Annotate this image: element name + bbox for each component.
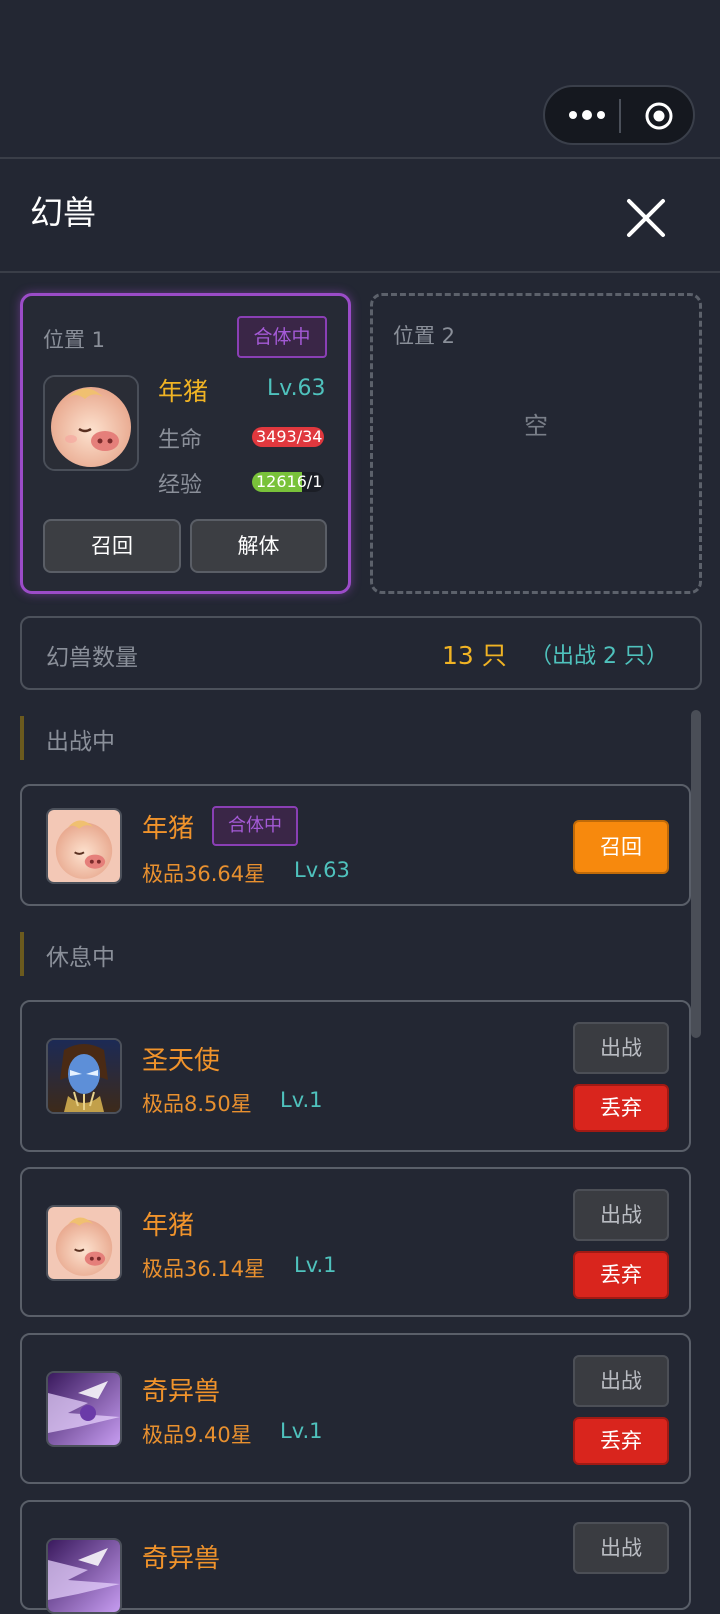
capsule-divider [619,99,621,133]
pig-icon [48,1207,120,1279]
resting-pet-card[interactable]: 年猪 极品36.14星 Lv.1 出战 丢弃 [20,1167,691,1317]
divider [0,157,720,159]
close-icon[interactable] [625,197,667,239]
more-options-icon[interactable] [567,101,607,129]
pet-count-value: 13 只 [442,641,507,670]
hp-value: 3493/34 [256,427,323,446]
pet-quality: 极品36.14星 [142,1257,266,1281]
hp-label: 生命 [158,428,203,453]
discard-button[interactable]: 丢弃 [573,1251,669,1299]
scrollbar[interactable] [691,710,701,1038]
mini-program-capsule [543,85,695,145]
pig-icon [45,377,137,469]
pet-level: Lv.1 [294,1253,337,1277]
section-title: 休息中 [46,945,115,971]
merge-status-badge: 合体中 [237,316,327,358]
pet-name: 年猪 [142,814,195,844]
section-active: 出战中 [20,716,144,760]
section-resting: 休息中 [20,932,144,976]
pet-count-bar: 幻兽数量 13 只 （出战 2 只） [20,616,702,690]
unmerge-button[interactable]: 解体 [190,519,327,573]
pet-name: 年猪 [142,1211,195,1241]
resting-pet-card[interactable]: 奇异兽 极品9.40星 Lv.1 出战 丢弃 [20,1333,691,1484]
pet-level: Lv.63 [267,376,326,401]
exp-value: 12616/1 [256,472,323,491]
active-pet-card[interactable]: 年猪 合体中 极品36.64星 Lv.63 召回 [20,784,691,906]
recall-button[interactable]: 召回 [43,519,181,573]
pet-count-label: 幻兽数量 [46,645,138,671]
pet-quality: 极品8.50星 [142,1092,252,1116]
angel-icon [48,1040,120,1112]
resting-pet-card[interactable]: 圣天使 极品8.50星 Lv.1 出战 丢弃 [20,1000,691,1152]
beast-icon [48,1373,120,1445]
pet-name: 年猪 [158,377,209,406]
resting-pet-card[interactable]: 奇异兽 出战 [20,1500,691,1614]
pig-icon [48,810,120,882]
exp-label: 经验 [158,473,203,498]
pet-quality: 极品9.40星 [142,1423,252,1447]
divider [0,271,720,273]
battle-count: （出战 2 只） [530,644,668,669]
pet-thumbnail [46,1538,122,1614]
pet-quality: 极品36.64星 [142,862,266,886]
beast-icon [48,1540,120,1612]
section-title: 出战中 [46,729,115,755]
pet-thumbnail [46,1038,122,1114]
pet-level: Lv.63 [294,858,350,882]
fight-button[interactable]: 出战 [573,1022,669,1074]
recall-button[interactable]: 召回 [573,820,669,874]
slot-1-card[interactable]: 位置 1 合体中 年猪 Lv.63 生命 3493/34 经验 12616/1 … [20,293,351,594]
pet-level: Lv.1 [280,1088,323,1112]
fight-button[interactable]: 出战 [573,1355,669,1407]
close-program-icon[interactable] [644,101,674,131]
slot-2-card[interactable]: 位置 2 空 [370,293,702,594]
pet-thumbnail [46,1205,122,1281]
fight-button[interactable]: 出战 [573,1522,669,1574]
fight-button[interactable]: 出战 [573,1189,669,1241]
pet-name: 奇异兽 [142,1544,221,1574]
empty-slot-text: 空 [524,412,548,440]
discard-button[interactable]: 丢弃 [573,1417,669,1465]
merge-status-badge: 合体中 [212,806,298,846]
pet-avatar [43,375,139,471]
hp-bar: 3493/34 [252,427,324,447]
exp-bar: 12616/1 [252,472,324,492]
slot-label: 位置 1 [43,328,106,352]
pet-name: 圣天使 [142,1046,221,1076]
pet-thumbnail [46,808,122,884]
page-title: 幻兽 [30,193,96,232]
slot-label: 位置 2 [393,324,456,348]
pet-thumbnail [46,1371,122,1447]
pet-level: Lv.1 [280,1419,323,1443]
discard-button[interactable]: 丢弃 [573,1084,669,1132]
pet-name: 奇异兽 [142,1377,221,1407]
